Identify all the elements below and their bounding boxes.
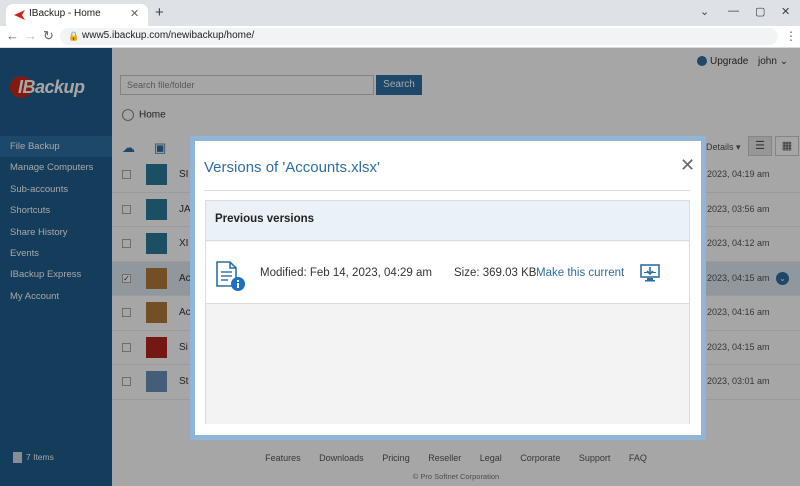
back-icon[interactable]: ← xyxy=(6,29,19,43)
url-text: www5.ibackup.com/newibackup/home/ xyxy=(82,30,255,41)
dialog-title: Versions of 'Accounts.xlsx' xyxy=(204,159,380,176)
close-window-button[interactable]: ✕ xyxy=(781,5,790,18)
maximize-button[interactable]: ▢ xyxy=(755,5,765,18)
version-row: Modified: Feb 14, 2023, 04:29 am Size: 3… xyxy=(206,242,689,304)
reload-icon[interactable]: ↻ xyxy=(43,29,54,43)
version-size: Size: 369.03 KB xyxy=(454,267,537,279)
versions-dialog: Versions of 'Accounts.xlsx' ✕ Previous v… xyxy=(190,136,706,440)
section-heading: Previous versions xyxy=(215,213,315,225)
document-info-icon xyxy=(216,261,245,291)
lock-icon: 🔒 xyxy=(68,31,80,41)
tab-close-icon[interactable]: ✕ xyxy=(130,7,139,20)
url-field[interactable]: 🔒 www5.ibackup.com/newibackup/home/ xyxy=(60,28,778,45)
make-current-link[interactable]: Make this current xyxy=(536,267,624,279)
browser-menu-icon[interactable]: ⋮ xyxy=(785,29,797,43)
versions-panel-header: Previous versions xyxy=(206,201,689,241)
tab-search-chevron-icon[interactable]: ⌄ xyxy=(700,5,709,18)
restore-to-computer-icon[interactable] xyxy=(640,264,660,282)
ibackup-favicon-icon xyxy=(14,10,25,20)
versions-panel: Previous versions Modified: Feb 14, 2023… xyxy=(205,200,690,424)
tab-title: IBackup - Home xyxy=(29,8,101,19)
browser-tab-bar: IBackup - Home ✕ + ⌄ — ▢ ✕ xyxy=(0,0,800,26)
address-bar-row: ← → ↻ 🔒 www5.ibackup.com/newibackup/home… xyxy=(0,26,800,48)
new-tab-button[interactable]: + xyxy=(155,5,164,20)
forward-icon[interactable]: → xyxy=(24,29,37,43)
close-icon[interactable]: ✕ xyxy=(680,156,695,174)
browser-tab[interactable]: IBackup - Home ✕ xyxy=(6,4,148,26)
dialog-divider xyxy=(204,190,690,191)
minimize-button[interactable]: — xyxy=(728,5,739,17)
version-modified: Modified: Feb 14, 2023, 04:29 am xyxy=(260,267,432,279)
